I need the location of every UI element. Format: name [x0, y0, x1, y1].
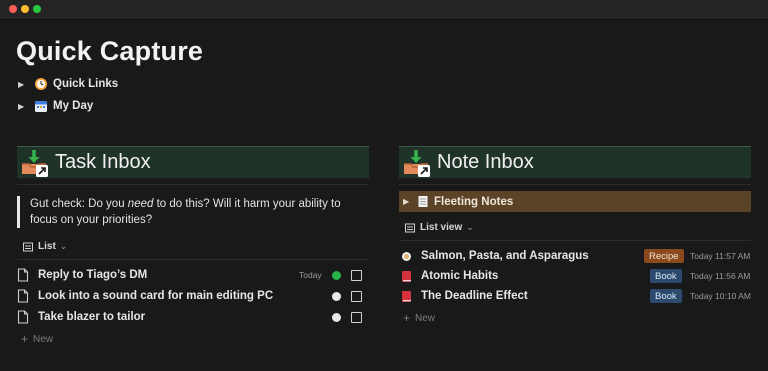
note-list-view-tab[interactable]: List view ⌄ [405, 222, 474, 233]
plus-icon: + [21, 332, 29, 346]
window-titlebar [0, 0, 768, 18]
task-inbox-section: Task Inbox Gut check: Do you need to do … [17, 146, 369, 346]
new-label: New [415, 312, 436, 324]
notepad-icon [418, 196, 428, 207]
quote-emphasis: need [127, 198, 154, 210]
inbox-tray-icon [404, 149, 430, 177]
divider [399, 240, 751, 241]
note-inbox-header: Note Inbox [399, 146, 751, 179]
task-row[interactable]: Take blazer to tailor [17, 307, 369, 327]
task-row[interactable]: Reply to Tiago’s DM Today [17, 265, 369, 285]
gut-check-quote: Gut check: Do you need to do this? Will … [17, 196, 369, 228]
view-label: List [38, 241, 56, 252]
note-title[interactable]: The Deadline Effect [421, 290, 528, 302]
toggle-label: My Day [53, 100, 94, 112]
list-view-icon [23, 242, 33, 251]
note-time: Today 11:56 AM [690, 271, 751, 281]
divider [399, 184, 751, 185]
chevron-down-icon: ⌄ [59, 241, 68, 251]
task-checkbox[interactable] [351, 290, 362, 302]
book-icon [402, 290, 411, 302]
status-dot[interactable] [332, 312, 341, 322]
toggle-my-day[interactable]: ▶ My Day [18, 97, 93, 115]
note-title[interactable]: Salmon, Pasta, and Asparagus [421, 250, 589, 262]
note-inbox-section: Note Inbox ▶ Fleeting Notes List view ⌄ … [399, 146, 751, 325]
fleeting-notes-toggle[interactable]: ▶ Fleeting Notes [399, 191, 751, 212]
status-dot[interactable] [332, 270, 341, 280]
page-icon [17, 268, 29, 282]
list-view-icon [405, 223, 415, 232]
fleeting-label: Fleeting Notes [434, 195, 514, 208]
toggle-triangle-icon[interactable]: ▶ [18, 102, 30, 111]
task-list-view-tab[interactable]: List ⌄ [23, 241, 67, 252]
divider [17, 184, 369, 185]
toggle-triangle-icon[interactable]: ▶ [403, 197, 415, 206]
status-dot[interactable] [332, 291, 341, 301]
task-checkbox[interactable] [351, 269, 362, 281]
maximize-window-button[interactable] [33, 5, 41, 13]
chevron-down-icon: ⌄ [466, 222, 474, 232]
close-window-button[interactable] [9, 5, 17, 13]
note-time: Today 11:57 AM [690, 251, 751, 261]
task-checkbox[interactable] [351, 311, 362, 323]
toggle-quick-links[interactable]: ▶ Quick Links [18, 75, 118, 93]
note-title[interactable]: Atomic Habits [421, 270, 498, 282]
note-row[interactable]: Salmon, Pasta, and Asparagus Recipe Toda… [399, 246, 751, 266]
toggle-label: Quick Links [53, 78, 119, 90]
note-time: Today 10:10 AM [690, 291, 751, 301]
task-date: Today [299, 270, 322, 280]
task-title[interactable]: Look into a sound card for main editing … [38, 290, 369, 302]
calendar-icon [35, 101, 47, 112]
task-title[interactable]: Take blazer to tailor [38, 311, 369, 323]
page-icon [17, 310, 29, 324]
view-label: List view [420, 222, 463, 233]
bowl-icon [402, 251, 411, 261]
page-title: Quick Capture [16, 36, 204, 66]
quote-text: Gut check: Do you [30, 198, 128, 210]
inbox-tray-icon [22, 149, 48, 177]
clock-icon [35, 78, 47, 90]
recipe-tag: Recipe [644, 249, 684, 263]
task-inbox-header: Task Inbox [17, 146, 369, 179]
note-row[interactable]: Atomic Habits Book Today 11:56 AM [399, 266, 751, 286]
toggle-triangle-icon[interactable]: ▶ [18, 80, 30, 89]
plus-icon: + [403, 311, 411, 325]
task-inbox-title: Task Inbox [55, 151, 151, 173]
page-icon [17, 289, 29, 303]
book-tag: Book [650, 289, 682, 303]
task-new-button[interactable]: + New [21, 332, 53, 346]
divider [17, 259, 369, 260]
note-new-button[interactable]: + New [403, 311, 435, 325]
note-inbox-title: Note Inbox [437, 151, 534, 173]
task-row[interactable]: Look into a sound card for main editing … [17, 286, 369, 306]
book-tag: Book [650, 269, 682, 283]
book-icon [402, 270, 411, 282]
new-label: New [33, 333, 54, 345]
note-row[interactable]: The Deadline Effect Book Today 10:10 AM [399, 286, 751, 306]
minimize-window-button[interactable] [21, 5, 29, 13]
